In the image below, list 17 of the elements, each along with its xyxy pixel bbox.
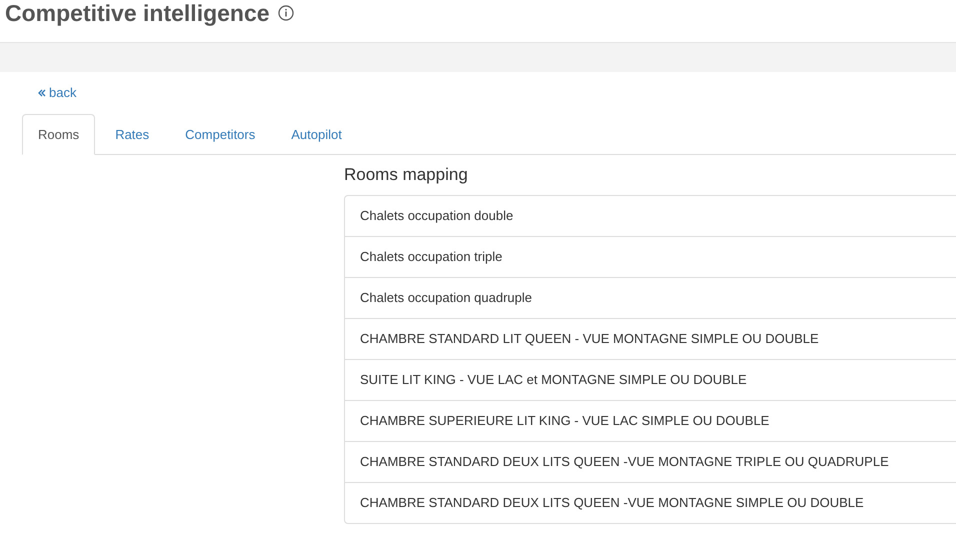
back-link[interactable]: back <box>38 85 76 101</box>
tab[interactable]: Competitors <box>169 114 272 154</box>
tab[interactable]: Rates <box>99 114 166 154</box>
tab[interactable]: Rooms <box>22 114 96 155</box>
room-list-item[interactable]: CHAMBRE STANDARD DEUX LITS QUEEN -VUE MONTAGNE SIMPLE OU DOUBLE <box>345 482 956 523</box>
room-list-item[interactable]: Chalets occupation double <box>345 196 956 236</box>
section-heading: Rooms mapping <box>344 165 469 185</box>
double-chevron-icon <box>38 89 46 97</box>
room-list-item[interactable]: Chalets occupation quadruple <box>345 277 956 318</box>
room-list-item[interactable]: SUITE LIT KING - VUE LAC et MONTAGNE SIMPLE OU DOUBLE <box>345 359 956 400</box>
page-title: Competitive intelligence <box>5 0 270 26</box>
info-icon[interactable] <box>278 5 294 21</box>
room-list-item[interactable]: CHAMBRE STANDARD DEUX LITS QUEEN -VUE MONTAGNE TRIPLE OU QUADRUPLE <box>345 441 956 482</box>
room-list-item[interactable]: Chalets occupation triple <box>345 236 956 277</box>
room-list-item[interactable]: CHAMBRE STANDARD LIT QUEEN - VUE MONTAGNE SIMPLE OU DOUBLE <box>345 318 956 359</box>
tab[interactable]: Autopilot <box>275 114 358 154</box>
room-list-item[interactable]: CHAMBRE SUPERIEURE LIT KING - VUE LAC SIMPLE OU DOUBLE <box>345 400 956 441</box>
